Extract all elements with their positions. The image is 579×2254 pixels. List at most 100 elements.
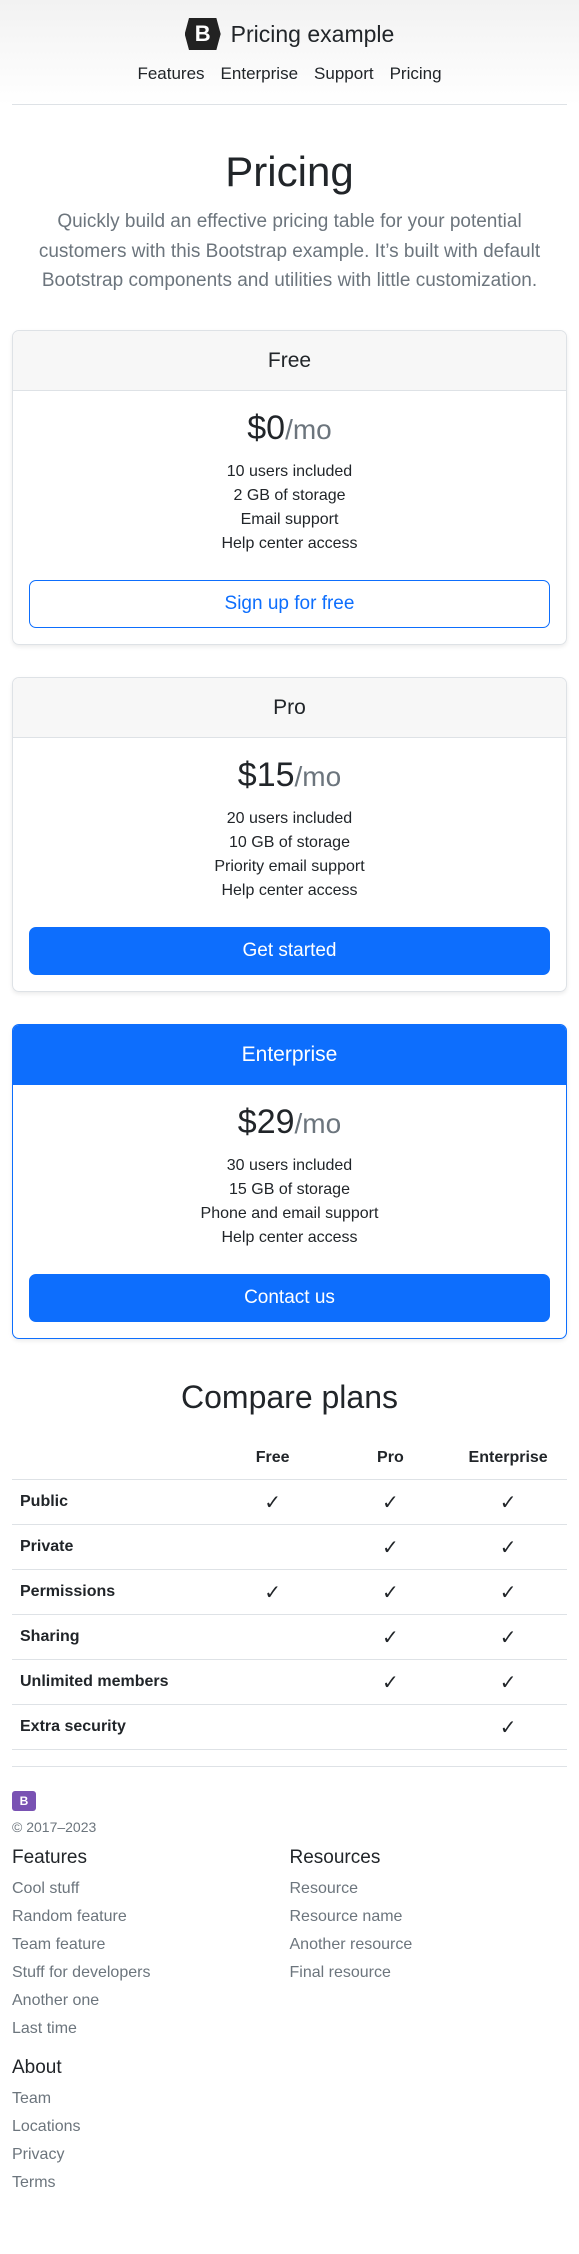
compare-cell-free: ✓ xyxy=(213,1479,332,1525)
compare-title: Compare plans xyxy=(181,1378,398,1415)
feature-item: 30 users included xyxy=(226,1156,353,1174)
plan-card-free: Free $0/mo 10 users included 2 GB of sto… xyxy=(12,329,567,645)
price-period: /mo xyxy=(285,413,332,445)
compare-header-blank xyxy=(12,1437,214,1480)
check-icon: ✓ xyxy=(264,1491,282,1514)
compare-row-label: Sharing xyxy=(12,1614,214,1660)
price-amount: $15 xyxy=(237,755,295,794)
nav-pricing[interactable]: Pricing xyxy=(390,64,442,84)
feature-item: 20 users included xyxy=(226,809,353,827)
footer-link[interactable]: Locations xyxy=(12,2113,290,2141)
plan-features: 10 users included 2 GB of storage Email … xyxy=(29,460,550,556)
check-icon: ✓ xyxy=(499,1671,517,1694)
compare-cell-free xyxy=(213,1524,332,1570)
footer-link[interactable]: Another one xyxy=(12,1987,290,2015)
check-icon: ✓ xyxy=(499,1581,517,1604)
footer-columns: Features Cool stuff Random feature Team … xyxy=(12,1847,567,2197)
compare-row-label: Unlimited members xyxy=(12,1659,214,1705)
compare-row: Extra security ✓ xyxy=(12,1704,567,1750)
plan-price: $29/mo xyxy=(29,1103,550,1142)
compare-cell-pro: ✓ xyxy=(331,1659,450,1705)
plan-body: $29/mo 30 users included 15 GB of storag… xyxy=(13,1085,566,1338)
compare-row-label: Public xyxy=(12,1479,214,1525)
plan-card-pro: Pro $15/mo 20 users included 10 GB of st… xyxy=(12,676,567,992)
price-period: /mo xyxy=(294,760,342,792)
compare-cell-free xyxy=(213,1614,332,1660)
footer-link[interactable]: Last time xyxy=(12,2015,290,2043)
footer-col-about: About Team Locations Privacy Terms xyxy=(12,2057,290,2197)
footer-col-features: Features Cool stuff Random feature Team … xyxy=(12,1847,290,2197)
compare-cell-enterprise: ✓ xyxy=(449,1524,567,1570)
plan-features: 30 users included 15 GB of storage Phone… xyxy=(29,1154,550,1250)
compare-table: Free Pro Enterprise Public ✓ ✓ ✓ Private ✓ ✓ Pe… xyxy=(12,1437,567,1750)
feature-item: 2 GB of storage xyxy=(233,486,346,504)
compare-cell-pro xyxy=(331,1704,450,1750)
page: B Pricing example Features Enterprise Su… xyxy=(0,0,579,2217)
price-period: /mo xyxy=(294,1107,342,1139)
footer-link[interactable]: Terms xyxy=(12,2169,290,2197)
page-title: Pricing xyxy=(225,148,354,195)
compare-cell-free xyxy=(213,1659,332,1705)
brand[interactable]: B Pricing example xyxy=(12,18,567,50)
get-started-button[interactable]: Get started xyxy=(29,926,550,975)
check-icon: ✓ xyxy=(499,1536,517,1559)
footer-link[interactable]: Stuff for developers xyxy=(12,1959,290,1987)
plan-features: 20 users included 10 GB of storage Prior… xyxy=(29,807,550,903)
sign-up-free-button[interactable]: Sign up for free xyxy=(29,579,550,628)
contact-us-button[interactable]: Contact us xyxy=(29,1273,550,1322)
compare-row: Private ✓ ✓ xyxy=(12,1524,567,1570)
site-footer: B © 2017–2023 Features Cool stuff Random… xyxy=(12,1766,567,2217)
compare-cell-enterprise: ✓ xyxy=(449,1614,567,1660)
compare-cell-free xyxy=(213,1704,332,1750)
feature-item: Help center access xyxy=(221,881,358,899)
footer-bootstrap-logo-icon: B xyxy=(12,1791,36,1811)
check-icon: ✓ xyxy=(382,1626,399,1649)
compare-row: Sharing ✓ ✓ xyxy=(12,1614,567,1660)
nav-features[interactable]: Features xyxy=(137,64,204,84)
footer-link[interactable]: Random feature xyxy=(12,1903,290,1931)
check-icon: ✓ xyxy=(382,1491,399,1514)
compare-cell-pro: ✓ xyxy=(331,1479,450,1525)
feature-item: Email support xyxy=(240,510,339,528)
feature-item: 15 GB of storage xyxy=(229,1180,350,1198)
footer-link[interactable]: Team feature xyxy=(12,1931,290,1959)
bootstrap-logo-icon: B xyxy=(184,18,221,50)
compare-header-row: Free Pro Enterprise xyxy=(12,1437,567,1480)
footer-link[interactable]: Another resource xyxy=(290,1931,568,1959)
feature-item: 10 users included xyxy=(226,462,353,480)
footer-link[interactable]: Cool stuff xyxy=(12,1875,290,1903)
compare-cell-enterprise: ✓ xyxy=(449,1569,567,1615)
check-icon: ✓ xyxy=(382,1581,399,1604)
compare-row: Permissions ✓ ✓ ✓ xyxy=(12,1569,567,1615)
compare-cell-pro: ✓ xyxy=(331,1524,450,1570)
check-icon: ✓ xyxy=(264,1581,282,1604)
compare-cell-pro: ✓ xyxy=(331,1614,450,1660)
compare-cell-pro: ✓ xyxy=(331,1569,450,1615)
feature-item: 10 GB of storage xyxy=(229,833,350,851)
check-icon: ✓ xyxy=(499,1626,517,1649)
feature-item: Priority email support xyxy=(214,857,365,875)
footer-link[interactable]: Privacy xyxy=(12,2141,290,2169)
footer-link[interactable]: Team xyxy=(12,2085,290,2113)
hero: Pricing Quickly build an effective prici… xyxy=(12,105,567,296)
compare-col-free: Free xyxy=(213,1437,332,1480)
footer-link[interactable]: Final resource xyxy=(290,1959,568,1987)
nav-support[interactable]: Support xyxy=(314,64,374,84)
compare-cell-free: ✓ xyxy=(213,1569,332,1615)
feature-item: Phone and email support xyxy=(200,1204,379,1222)
compare-body: Public ✓ ✓ ✓ Private ✓ ✓ Permissions ✓ ✓ ✓ Sharing ✓… xyxy=(12,1479,567,1750)
plan-name: Free xyxy=(13,330,566,391)
plan-card-enterprise: Enterprise $29/mo 30 users included 15 G… xyxy=(12,1023,567,1339)
compare-cell-enterprise: ✓ xyxy=(449,1704,567,1750)
hero-lead: Quickly build an effective pricing table… xyxy=(38,211,541,292)
footer-link[interactable]: Resource xyxy=(290,1875,568,1903)
plan-price: $15/mo xyxy=(29,756,550,795)
check-icon: ✓ xyxy=(382,1671,399,1694)
plan-price: $0/mo xyxy=(29,409,550,448)
compare-row-label: Private xyxy=(12,1524,214,1570)
site-header: B Pricing example Features Enterprise Su… xyxy=(0,0,579,105)
nav-enterprise[interactable]: Enterprise xyxy=(221,64,298,84)
plan-body: $15/mo 20 users included 10 GB of storag… xyxy=(13,738,566,991)
price-amount: $0 xyxy=(247,408,286,447)
footer-link[interactable]: Resource name xyxy=(290,1903,568,1931)
